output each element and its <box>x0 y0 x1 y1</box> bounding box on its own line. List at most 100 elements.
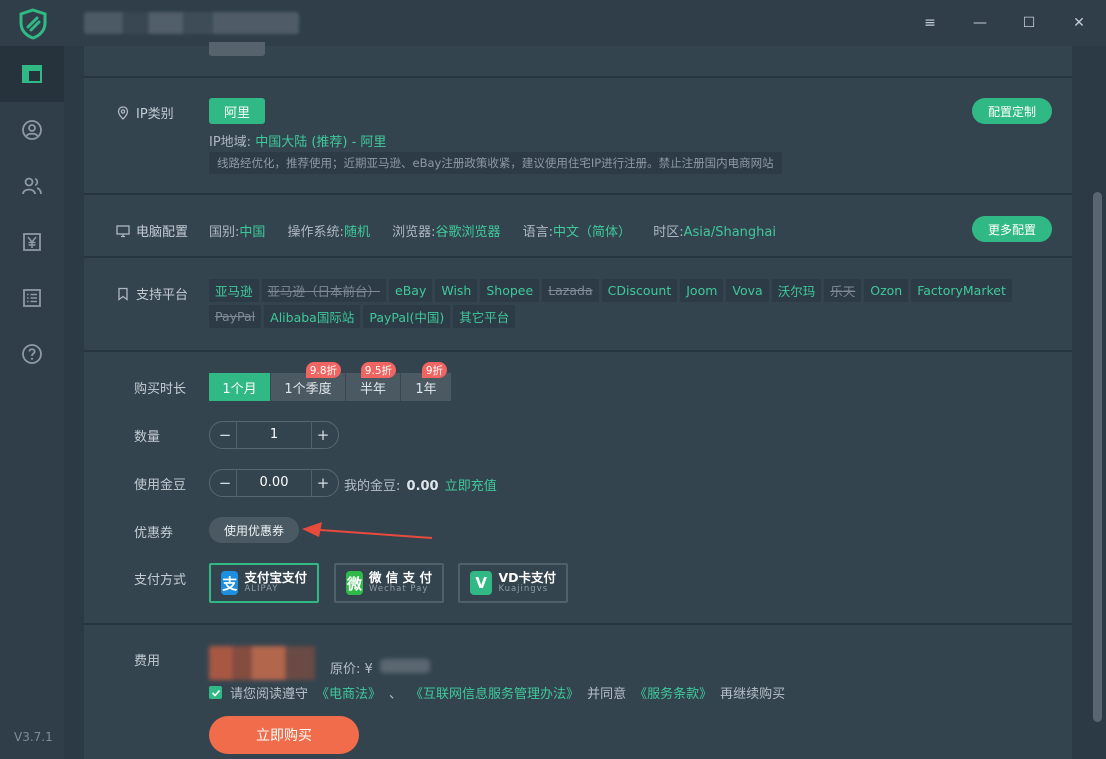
browser-value: 谷歌浏览器 <box>435 225 501 240</box>
quantity-input[interactable]: 1 <box>236 421 312 449</box>
yen-icon <box>23 233 41 251</box>
annotation-arrow-icon <box>302 522 433 539</box>
payment-vdcard[interactable]: V VD卡支付 Kuajingvs <box>458 563 568 603</box>
browser-key: 浏览器: <box>392 225 436 240</box>
payment-name: 微 信 支 付 <box>368 569 432 585</box>
discount-badge: 9.5折 <box>360 362 396 378</box>
duration-option-label: 1年 <box>415 381 437 397</box>
app-logo-icon <box>19 8 47 40</box>
duration-option-quarter[interactable]: 1个季度 9.8折 <box>271 362 346 401</box>
ecommerce-law-link[interactable]: 《电商法》 <box>316 683 381 702</box>
fee-label: 费用 <box>134 654 161 669</box>
my-coins: 我的金豆: 0.00 立即充值 <box>344 475 497 494</box>
team-icon <box>22 177 42 195</box>
pc-config-label-text: 电脑配置 <box>136 225 189 240</box>
quantity-stepper: − 1 + <box>209 421 339 449</box>
app-version: V3.7.1 <box>14 730 53 744</box>
list-icon <box>23 289 41 307</box>
os-value: 随机 <box>343 225 370 240</box>
agree-separator: 、 <box>389 687 403 702</box>
sidebar-item-user[interactable] <box>0 102 64 158</box>
recharge-link[interactable]: 立即充值 <box>445 479 497 494</box>
platform-tag: 乐天 <box>824 279 862 302</box>
check-icon <box>211 689 220 697</box>
ip-region: IP地域: 中国大陆 (推荐) - 阿里 <box>209 131 386 150</box>
platform-tag: Vova <box>726 279 769 302</box>
quantity-label: 数量 <box>134 430 161 445</box>
divider <box>84 350 1072 352</box>
duration-option-label: 1个季度 <box>284 381 332 397</box>
platform-tag: 其它平台 <box>453 305 516 328</box>
price-redacted <box>209 646 315 680</box>
original-price-redacted <box>380 659 430 673</box>
shield-icon: V <box>470 571 493 595</box>
custom-config-button[interactable]: 配置定制 <box>972 98 1052 124</box>
location-pin-icon <box>117 105 129 120</box>
agreement-row: 请您阅读遵守 《电商法》 、 《互联网信息服务管理办法》 并同意 《服务条款》 … <box>209 683 785 702</box>
platform-tag: 亚马逊（日本前台） <box>261 279 387 302</box>
terms-of-service-link[interactable]: 《服务条款》 <box>634 683 712 702</box>
payment-alipay[interactable]: 支 支付宝支付 ALIPAY <box>209 563 319 603</box>
duration-label: 购买时长 <box>134 382 187 397</box>
platform-tag: Joom <box>680 279 724 302</box>
coins-input[interactable]: 0.00 <box>236 469 312 497</box>
os-key: 操作系统: <box>287 225 344 240</box>
coins-decrease-button[interactable]: − <box>214 472 236 494</box>
menu-button[interactable]: ≡ <box>916 10 944 36</box>
payment-sub: Kuajingvs <box>498 584 549 595</box>
my-coins-label: 我的金豆: <box>344 479 401 494</box>
bookmark-icon <box>118 287 128 301</box>
internet-info-law-link[interactable]: 《互联网信息服务管理办法》 <box>410 683 579 702</box>
duration-option-1-month[interactable]: 1个月 <box>209 373 271 401</box>
ip-type-label-text: IP类别 <box>136 107 174 122</box>
duration-option-label: 1个月 <box>222 381 257 397</box>
scrollbar-thumb[interactable] <box>1093 192 1102 722</box>
sidebar-item-finance[interactable] <box>0 214 64 270</box>
sidebar-item-orders[interactable] <box>0 270 64 326</box>
close-button[interactable]: ✕ <box>1065 10 1093 36</box>
maximize-button[interactable]: ☐ <box>1015 10 1043 36</box>
minimize-button[interactable]: — <box>966 10 994 36</box>
payment-sub: Wechat Pay <box>368 584 429 595</box>
quantity-decrease-button[interactable]: − <box>214 424 236 446</box>
divider <box>84 256 1072 258</box>
payment-wechat[interactable]: 微 微 信 支 付 Wechat Pay <box>334 563 444 603</box>
alipay-icon: 支 <box>221 571 239 595</box>
platform-tag: Alibaba国际站 <box>264 305 361 328</box>
platform-tag: Ozon <box>864 279 909 302</box>
order-config-panel: IP类别 阿里 IP地域: 中国大陆 (推荐) - 阿里 线路经优化，推荐使用；… <box>84 42 1072 759</box>
coins-increase-button[interactable]: + <box>312 472 334 494</box>
use-coupon-button[interactable]: 使用优惠券 <box>209 517 299 543</box>
duration-option-year[interactable]: 1年 9折 <box>401 362 451 401</box>
payment-name: 支付宝支付 <box>244 569 307 585</box>
platform-tag: PayPal <box>209 305 262 328</box>
title-bar: ≡ — ☐ ✕ <box>64 0 1106 46</box>
duration-option-half-year[interactable]: 半年 9.5折 <box>346 362 401 401</box>
agree-text: 并同意 <box>587 687 627 702</box>
user-icon <box>22 120 42 140</box>
platform-tag: PayPal(中国) <box>363 305 451 328</box>
platform-tag: FactoryMarket <box>911 279 1012 302</box>
more-config-button[interactable]: 更多配置 <box>972 216 1052 242</box>
payment-sub: ALIPAY <box>244 584 279 595</box>
partial-button <box>209 42 265 56</box>
ip-type-tag[interactable]: 阿里 <box>209 98 265 124</box>
sidebar: V3.7.1 <box>0 0 64 759</box>
sidebar-item-dashboard[interactable] <box>0 46 64 102</box>
buy-now-button[interactable]: 立即购买 <box>209 716 359 754</box>
platform-tag: Lazada <box>542 279 599 302</box>
sidebar-item-help[interactable] <box>0 326 64 382</box>
window-title-redacted <box>84 12 299 34</box>
country-value: 中国 <box>239 225 266 240</box>
discount-badge: 9.8折 <box>305 362 341 378</box>
payment-name: VD卡支付 <box>498 569 556 585</box>
quantity-increase-button[interactable]: + <box>312 424 334 446</box>
language-value: 中文（简体） <box>553 225 632 240</box>
sidebar-item-team[interactable] <box>0 158 64 214</box>
wechat-icon: 微 <box>346 571 363 595</box>
agree-checkbox[interactable] <box>209 686 222 699</box>
platform-tag: Wish <box>435 279 478 302</box>
duration-option-label: 半年 <box>359 381 386 397</box>
pc-config-fields: 国别:中国 操作系统:随机 浏览器:谷歌浏览器 语言:中文（简体） 时区:Asi… <box>209 221 794 240</box>
discount-badge: 9折 <box>421 362 447 378</box>
